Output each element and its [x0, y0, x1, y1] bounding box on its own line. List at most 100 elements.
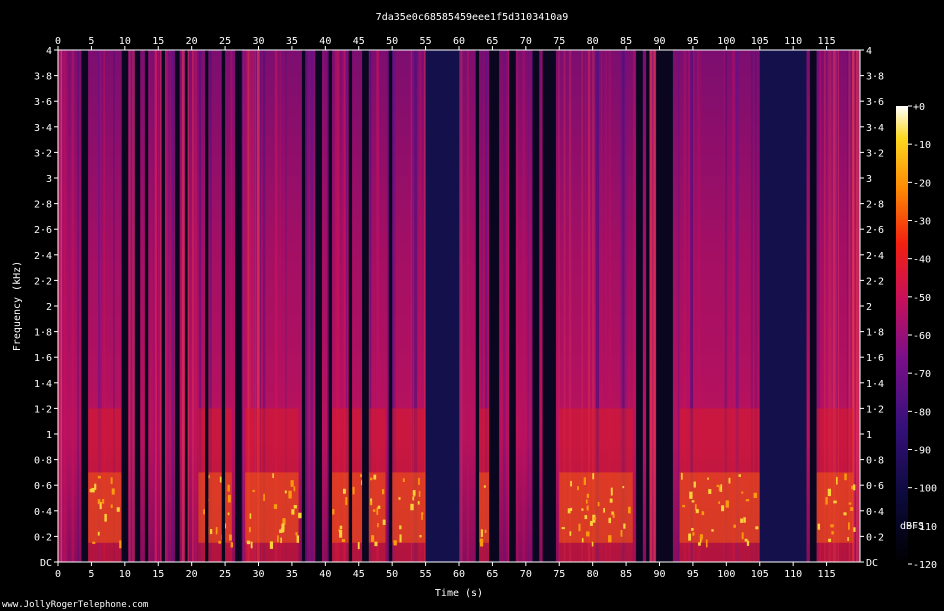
harmonic-streak	[692, 532, 695, 536]
spectral-streak	[466, 50, 469, 562]
x-tick-label-bottom: 10	[119, 569, 131, 580]
harmonic-streak	[738, 474, 741, 477]
silent-interval	[542, 50, 556, 562]
harmonic-streak	[419, 534, 422, 538]
harmonic-streak	[597, 501, 600, 507]
spectral-streak	[649, 50, 651, 562]
harmonic-streak	[104, 513, 107, 522]
silent-interval	[144, 50, 149, 562]
harmonic-streak	[711, 529, 714, 532]
harmonic-streak	[592, 473, 595, 480]
harmonic-streak	[381, 489, 385, 495]
x-tick-label-top: 30	[252, 36, 264, 47]
harmonic-streak	[339, 530, 343, 538]
y-tick-label-left: 1·4	[34, 379, 52, 390]
harmonic-streak	[608, 517, 612, 524]
harmonic-streak	[102, 498, 105, 504]
x-tick-label-top: 5	[88, 36, 94, 47]
spectral-streak	[148, 50, 150, 562]
harmonic-streak	[374, 541, 378, 547]
colorbar: +0-10-20-30-40-50-60-70-80-90-100-110-12…	[896, 102, 937, 571]
harmonic-streak	[578, 523, 581, 532]
x-tick-label-bottom: 85	[620, 569, 632, 580]
harmonic-streak	[825, 496, 828, 505]
y-tick-label-right: 0·6	[866, 481, 884, 492]
y-tick-label-right: 1	[866, 430, 872, 441]
colorbar-tick-label: -10	[913, 140, 931, 151]
silent-interval	[174, 50, 180, 562]
harmonic-streak	[342, 488, 346, 494]
y-tick-label-left: 3·8	[34, 72, 52, 83]
silent-interval	[532, 50, 540, 562]
spectral-streak	[192, 50, 194, 562]
harmonic-streak	[398, 497, 401, 500]
harmonic-streak	[561, 527, 565, 530]
colorbar-label: dBFS	[900, 521, 924, 532]
y-tick-label-right: 2·6	[866, 225, 884, 236]
harmonic-streak	[399, 525, 402, 530]
y-ticks-left: DC 0·2 0·4 0·6 0·8 1 1·2 1·4 1·6 1·8 2 2·2 2·4 2·6 2·8…	[34, 46, 58, 569]
silent-interval	[509, 50, 516, 562]
harmonic-streak	[688, 533, 692, 541]
spectral-streak	[522, 50, 525, 562]
spectral-streak	[855, 50, 859, 562]
harmonic-streak	[847, 537, 849, 541]
harmonic-streak	[412, 496, 415, 501]
y-tick-label-left: 1	[46, 430, 52, 441]
harmonic-streak	[622, 486, 625, 489]
silent-interval	[81, 50, 89, 562]
x-tick-label-top: 95	[687, 36, 699, 47]
harmonic-streak	[92, 541, 96, 544]
harmonic-streak	[250, 541, 253, 549]
harmonic-streak	[698, 542, 701, 546]
harmonic-streak	[609, 498, 613, 503]
x-tick-label-top: 15	[152, 36, 164, 47]
harmonic-streak	[290, 480, 294, 487]
harmonic-streak	[97, 475, 101, 479]
loud-region-core	[198, 472, 232, 543]
harmonic-streak	[844, 473, 847, 481]
harmonic-streak	[227, 512, 230, 516]
spectral-streak	[72, 50, 74, 562]
y-tick-label-left: 2·8	[34, 200, 52, 211]
silent-interval	[134, 50, 141, 562]
x-tick-label-top: 50	[386, 36, 398, 47]
harmonic-streak	[848, 522, 850, 530]
spectrogram-chart: 7da35e0c68585459eee1f5d3103410a9 0 5 10 15 2…	[2, 12, 937, 610]
harmonic-streak	[705, 539, 708, 548]
harmonic-streak	[249, 513, 252, 519]
silent-interval	[315, 50, 322, 562]
x-tick-label-bottom: 70	[520, 569, 532, 580]
silent-interval	[161, 50, 165, 562]
harmonic-streak	[284, 490, 287, 494]
harmonic-streak	[720, 484, 723, 492]
x-tick-label-bottom: 115	[818, 569, 836, 580]
spectral-streak	[132, 50, 135, 562]
y-tick-label-left: 3·2	[34, 148, 52, 159]
y-tick-label-right: DC	[866, 558, 878, 569]
harmonic-streak	[701, 511, 705, 516]
harmonic-streak	[682, 504, 686, 508]
harmonic-streak	[369, 501, 372, 505]
x-tick-label-top: 115	[818, 36, 836, 47]
colorbar-tick-label: -100	[913, 484, 937, 495]
harmonic-streak	[97, 499, 101, 505]
x-tick-label-bottom: 55	[420, 569, 432, 580]
spectral-streak	[154, 50, 156, 562]
x-tick-label-bottom: 105	[751, 569, 769, 580]
harmonic-streak	[273, 504, 278, 509]
x-tick-label-bottom: 0	[55, 569, 61, 580]
harmonic-streak	[352, 486, 355, 495]
colorbar-tick-label: -40	[913, 255, 931, 266]
harmonic-streak	[586, 531, 590, 537]
harmonic-streak	[591, 541, 594, 547]
x-tick-label-top: 45	[353, 36, 365, 47]
harmonic-streak	[110, 477, 113, 484]
colorbar-tick-label: -120	[913, 560, 937, 571]
harmonic-streak	[332, 509, 335, 515]
silent-interval	[184, 50, 188, 562]
silent-interval	[221, 50, 226, 562]
x-tick-label-top: 85	[620, 36, 632, 47]
y-tick-label-left: 2·6	[34, 225, 52, 236]
x-tick-label-bottom: 50	[386, 569, 398, 580]
